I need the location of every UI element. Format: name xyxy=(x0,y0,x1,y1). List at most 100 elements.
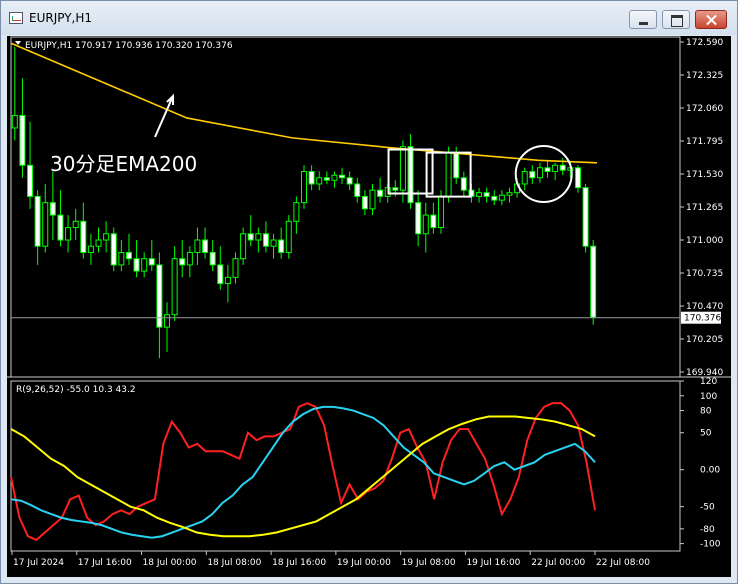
chart-window-icon xyxy=(9,12,23,24)
candle xyxy=(445,146,452,203)
candle xyxy=(506,187,513,203)
time-tick-label: 19 Jul 16:00 xyxy=(466,558,520,568)
oscillator-header: R(9,26,52) -55.0 10.3 43.2 xyxy=(16,385,136,395)
minimize-button[interactable] xyxy=(629,10,657,29)
candle xyxy=(323,171,330,184)
candle xyxy=(141,252,148,278)
candle xyxy=(148,240,155,272)
candle xyxy=(491,190,498,206)
candle xyxy=(103,221,110,253)
candle xyxy=(80,202,87,259)
time-tick-label: 17 Jul 16:00 xyxy=(78,558,132,568)
candle xyxy=(255,227,262,253)
price-tick-label: 170.205 xyxy=(686,335,723,345)
candle xyxy=(369,183,376,216)
chart-window: EURJPY,H1 172.590 172.325 172.060 171.795 17… xyxy=(0,0,738,584)
oscillator-line xyxy=(10,402,596,542)
candle xyxy=(552,162,559,181)
close-button[interactable] xyxy=(695,10,727,29)
candle xyxy=(171,246,178,321)
candle xyxy=(590,240,597,325)
candle xyxy=(407,134,414,209)
candle xyxy=(361,190,368,216)
ema-annotation-label: 30分足EMA200 xyxy=(50,152,197,176)
candle xyxy=(308,165,315,191)
candle xyxy=(87,233,94,265)
chart-canvas[interactable]: 172.590 172.325 172.060 171.795 171.530 171.2… xyxy=(7,36,731,577)
candle xyxy=(164,302,171,353)
window-title: EURJPY,H1 xyxy=(29,11,93,25)
candle xyxy=(240,227,247,265)
time-tick-label: 22 Jul 00:00 xyxy=(531,558,585,568)
candle xyxy=(217,246,224,290)
price-tick-label: 170.470 xyxy=(686,302,723,312)
candle xyxy=(209,240,216,272)
ema-line xyxy=(10,42,598,164)
title-bar[interactable]: EURJPY,H1 xyxy=(1,1,737,35)
candle xyxy=(460,171,467,197)
candle xyxy=(186,246,193,278)
candle xyxy=(422,202,429,253)
maximize-button[interactable] xyxy=(662,10,690,29)
time-tick-label: 17 Jul 2024 xyxy=(13,558,64,568)
candle xyxy=(483,187,490,203)
price-pane-frame xyxy=(10,36,681,378)
candle xyxy=(179,240,186,278)
current-price-label: 170.376 xyxy=(684,314,721,324)
candle xyxy=(339,167,346,184)
oscillator-line xyxy=(10,405,596,539)
time-tick-label: 22 Jul 08:00 xyxy=(596,558,650,568)
candle xyxy=(331,171,338,188)
candle xyxy=(293,196,300,234)
oscillator-tick-label: 50 xyxy=(700,429,712,439)
price-tick-label: 172.060 xyxy=(686,104,723,114)
candle xyxy=(278,227,285,259)
time-tick-label: 18 Jul 00:00 xyxy=(143,558,197,568)
chart-menu-arrow-icon[interactable] xyxy=(15,41,21,45)
candle xyxy=(95,227,102,253)
maximize-icon xyxy=(663,11,689,28)
candle xyxy=(529,165,536,184)
price-tick-label: 170.735 xyxy=(686,269,723,279)
candle xyxy=(262,221,269,253)
candle xyxy=(72,208,79,240)
price-chart-header: EURJPY,H1 170.917 170.936 170.320 170.37… xyxy=(25,41,233,51)
price-tick-label: 171.530 xyxy=(686,170,723,180)
candle xyxy=(346,171,353,191)
candle xyxy=(415,190,422,247)
candle xyxy=(270,233,277,259)
candle xyxy=(11,46,18,141)
chart-area[interactable]: 172.590 172.325 172.060 171.795 171.530 171.2… xyxy=(7,36,731,577)
oscillator-tick-label: 80 xyxy=(700,407,712,417)
minimize-icon xyxy=(630,11,656,28)
candle xyxy=(110,227,117,272)
candle xyxy=(232,252,239,284)
oscillator-tick-label: -100 xyxy=(700,540,721,550)
oscillator-tick-label: 0.00 xyxy=(700,466,720,476)
price-tick-label: 172.325 xyxy=(686,71,723,81)
candle xyxy=(301,165,307,209)
candle xyxy=(156,252,163,359)
candle xyxy=(49,171,56,240)
price-tick-label: 172.590 xyxy=(686,38,723,48)
candle xyxy=(316,171,323,191)
candle xyxy=(559,157,566,176)
price-tick-label: 171.265 xyxy=(686,203,723,213)
candle xyxy=(42,183,49,253)
candle xyxy=(285,215,292,259)
price-tick-label: 171.000 xyxy=(686,236,723,246)
candle xyxy=(498,190,505,206)
candle xyxy=(133,240,140,278)
candle xyxy=(202,227,209,259)
time-tick-label: 19 Jul 00:00 xyxy=(337,558,391,568)
candle xyxy=(118,240,125,272)
candle xyxy=(377,177,384,203)
candle xyxy=(544,160,551,178)
price-tick-label: 171.795 xyxy=(686,137,723,147)
candle xyxy=(536,162,543,183)
oscillator-line xyxy=(10,415,596,538)
candle xyxy=(247,215,254,247)
oscillator-pane-frame xyxy=(10,380,681,552)
candle xyxy=(574,165,581,193)
candle xyxy=(19,78,26,178)
